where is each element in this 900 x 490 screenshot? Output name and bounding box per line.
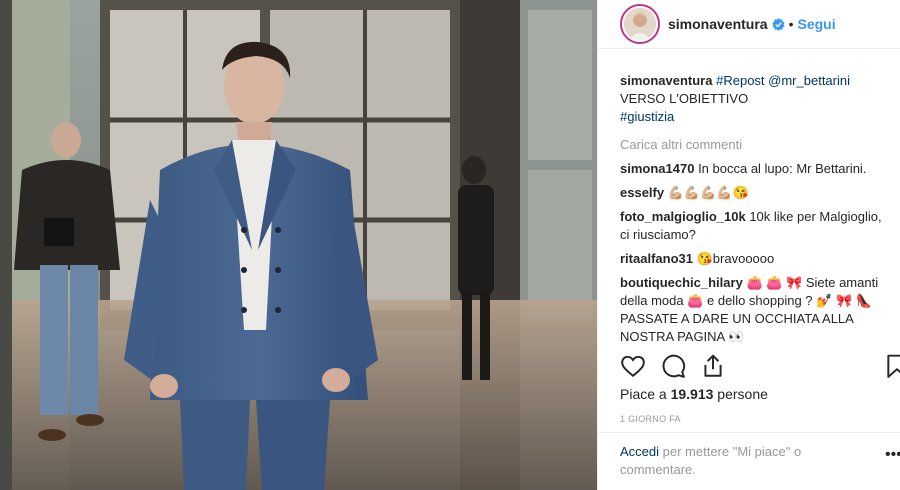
- likes-prefix: Piace a: [620, 386, 671, 402]
- instagram-post: simonaventura • Segui simonaventura #Rep…: [0, 0, 900, 490]
- avatar-portrait: [624, 8, 656, 40]
- avatar-image: [624, 8, 656, 40]
- likes-number: 19.913: [670, 386, 714, 402]
- comment-username[interactable]: ritaalfano31: [620, 251, 693, 266]
- follow-button[interactable]: Segui: [798, 16, 836, 32]
- caption-username[interactable]: simonaventura: [620, 73, 712, 88]
- action-bar: [620, 353, 900, 383]
- header-username[interactable]: simonaventura: [668, 16, 768, 32]
- comment-text: In bocca al lupo: Mr Bettarini.: [698, 161, 867, 176]
- comment-text: 😘bravooooo: [696, 251, 775, 266]
- separator-dot: •: [788, 16, 794, 32]
- post-timestamp[interactable]: 1 GIORNO FA: [620, 414, 681, 424]
- comment-username[interactable]: simona1470: [620, 161, 694, 176]
- verified-badge-icon: [771, 17, 785, 31]
- caption-hashtag-repost[interactable]: #Repost: [716, 73, 764, 88]
- comments-list[interactable]: simonaventura #Repost @mr_bettarini VERS…: [620, 72, 892, 344]
- comment-username[interactable]: esselfy: [620, 185, 664, 200]
- comment-text: 💪🏼💪🏼💪🏼💪🏼😘: [667, 185, 749, 200]
- likes-suffix: persone: [713, 386, 768, 402]
- post-photo[interactable]: [0, 0, 597, 490]
- comment-item: boutiquechic_hilary 👛 👛 🎀 Siete amanti d…: [620, 274, 892, 344]
- share-icon[interactable]: [700, 353, 726, 379]
- comment-item: simona1470 In bocca al lupo: Mr Bettarin…: [620, 160, 892, 178]
- comment-item: ritaalfano31 😘bravooooo: [620, 250, 892, 268]
- login-prompt: Accedi per mettere "Mi piace" o commenta…: [620, 443, 860, 479]
- comment-username[interactable]: foto_malgioglio_10k: [620, 209, 746, 224]
- comment-item: esselfy 💪🏼💪🏼💪🏼💪🏼😘: [620, 184, 892, 202]
- caption-hashtag-giustizia[interactable]: #giustizia: [620, 109, 674, 124]
- bookmark-icon[interactable]: [884, 353, 900, 379]
- post-sidebar: simonaventura • Segui simonaventura #Rep…: [597, 0, 900, 490]
- post-header: simonaventura • Segui: [598, 0, 900, 49]
- login-link[interactable]: Accedi: [620, 444, 659, 459]
- comment-username[interactable]: boutiquechic_hilary: [620, 275, 743, 290]
- caption: simonaventura #Repost @mr_bettarini VERS…: [620, 72, 892, 126]
- comment-item: foto_malgioglio_10k 10k like per Malgiog…: [620, 208, 892, 244]
- load-more-comments-button[interactable]: Carica altri commenti: [620, 136, 892, 154]
- likes-count[interactable]: Piace a 19.913 persone: [620, 386, 768, 402]
- post-photo-illustration: [0, 0, 597, 490]
- comment-icon[interactable]: [660, 353, 686, 379]
- caption-text: VERSO L'OBIETTIVO: [620, 91, 749, 106]
- heart-icon[interactable]: [620, 353, 646, 379]
- divider: [598, 432, 900, 433]
- caption-mention[interactable]: @mr_bettarini: [768, 73, 850, 88]
- avatar[interactable]: [620, 4, 660, 44]
- more-options-icon[interactable]: •••: [885, 446, 900, 464]
